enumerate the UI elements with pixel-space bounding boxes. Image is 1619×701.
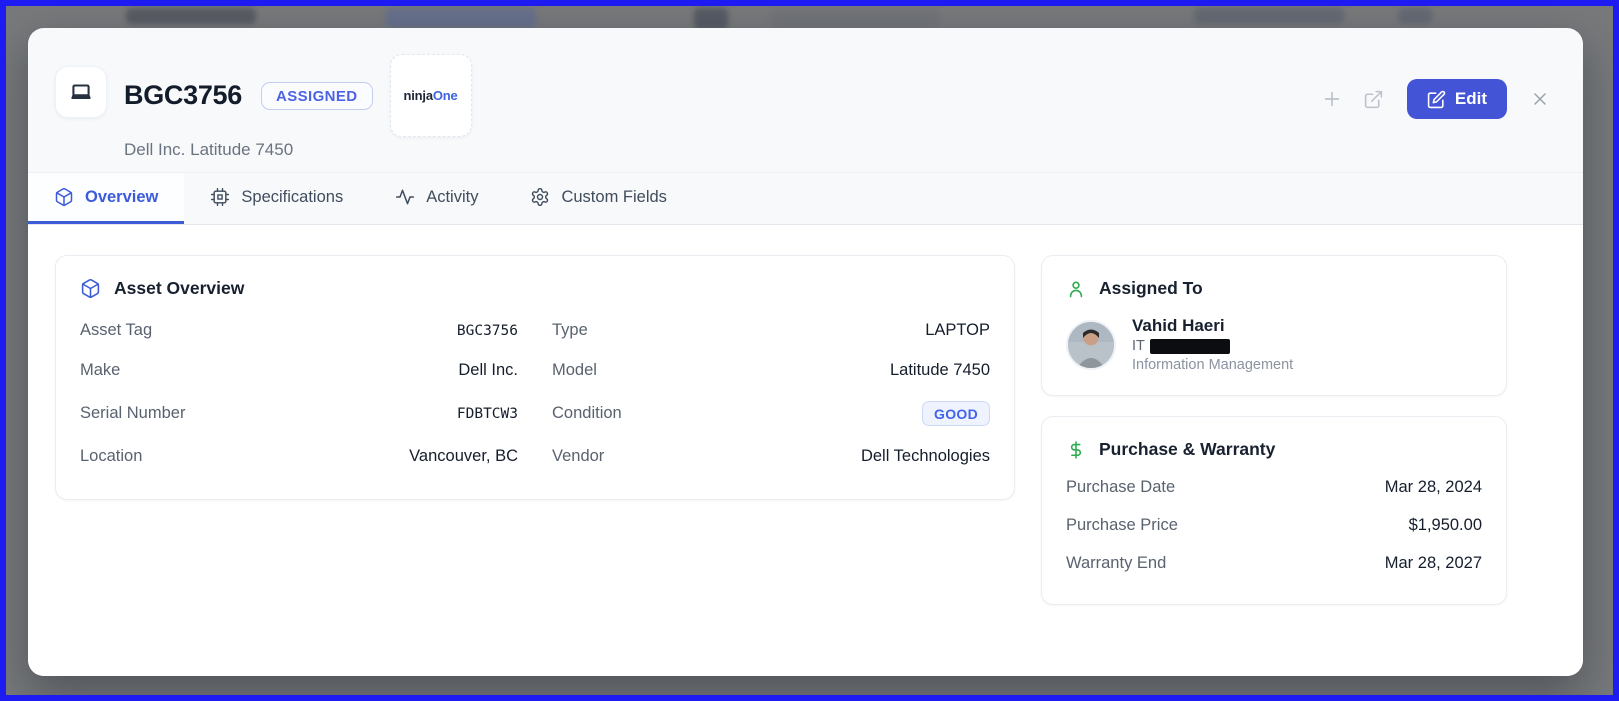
field-label-make: Make	[80, 361, 121, 379]
field-value-location: Vancouver, BC	[409, 447, 518, 465]
tab-label: Activity	[426, 187, 479, 206]
person-role: IT	[1132, 338, 1293, 354]
asset-subtitle: Dell Inc. Latitude 7450	[124, 140, 294, 159]
tab-bar: Overview Specifications Activity Custom …	[28, 172, 1583, 225]
integration-logo-tile: ninjaOne	[389, 54, 472, 137]
field-label-model: Model	[552, 361, 597, 379]
modal-header: BGC3756 ASSIGNED ninjaOne Dell Inc. Lati…	[28, 28, 1583, 172]
field-row: Location Vancouver, BC Vendor Dell Techn…	[80, 437, 990, 477]
person-name: Vahid Haeri	[1132, 316, 1225, 335]
tab-custom-fields[interactable]: Custom Fields	[504, 173, 692, 224]
purchase-warranty-heading: Purchase & Warranty	[1066, 439, 1482, 460]
card-title: Assigned To	[1099, 278, 1203, 298]
title-block: BGC3756 ASSIGNED ninjaOne Dell Inc. Lati…	[124, 54, 472, 160]
external-link-icon	[1363, 89, 1384, 110]
asset-overview-heading: Asset Overview	[80, 278, 990, 299]
edit-pencil-icon	[1427, 90, 1446, 109]
tab-content-overview: Asset Overview Asset Tag BGC3756 Type LA…	[28, 225, 1583, 676]
field-row: Purchase Price $1,950.00	[1066, 506, 1482, 544]
edit-button-label: Edit	[1454, 89, 1487, 108]
field-value-model: Latitude 7450	[889, 361, 990, 379]
field-value-warranty-end: Mar 28, 2027	[1384, 553, 1482, 572]
field-value-purchase-date: Mar 28, 2024	[1384, 477, 1482, 496]
condition-badge: GOOD	[922, 401, 990, 426]
tab-activity[interactable]: Activity	[369, 173, 504, 224]
field-row: Serial Number FDBTCW3 Condition GOOD	[80, 391, 990, 437]
field-value-serial-number: FDBTCW3	[456, 405, 518, 422]
field-row: Purchase Date Mar 28, 2024	[1066, 468, 1482, 506]
person-details: Vahid Haeri IT Information Management	[1132, 316, 1293, 373]
device-type-tile	[55, 66, 107, 118]
dimmed-background-element	[126, 8, 256, 24]
add-button[interactable]	[1317, 84, 1347, 114]
asset-overview-grid: Asset Tag BGC3756 Type LAPTOP Make Dell …	[80, 311, 990, 477]
field-value-purchase-price: $1,950.00	[1408, 515, 1482, 534]
activity-icon	[395, 187, 415, 207]
tab-specifications[interactable]: Specifications	[184, 173, 369, 224]
field-label-vendor: Vendor	[552, 447, 605, 465]
field-value-asset-tag: BGC3756	[456, 322, 518, 339]
assigned-person: Vahid Haeri IT Information Management	[1066, 316, 1482, 373]
tab-overview[interactable]: Overview	[28, 173, 185, 224]
field-label-condition: Condition	[552, 404, 622, 422]
status-badge: ASSIGNED	[260, 81, 373, 110]
gear-icon	[530, 187, 550, 207]
dimmed-background-element	[1398, 8, 1432, 24]
dollar-icon	[1066, 440, 1086, 460]
box-icon	[54, 187, 74, 207]
screenshot-viewport: BGC3756 ASSIGNED ninjaOne Dell Inc. Lati…	[0, 0, 1619, 701]
field-label-purchase-date: Purchase Date	[1066, 477, 1176, 496]
plus-icon	[1321, 88, 1343, 110]
ninjaone-logo: ninjaOne	[403, 88, 458, 103]
field-row: Make Dell Inc. Model Latitude 7450	[80, 351, 990, 391]
field-row: Warranty End Mar 28, 2027	[1066, 544, 1482, 582]
header-actions: Edit	[1317, 79, 1555, 119]
role-prefix: IT	[1132, 338, 1145, 354]
dimmed-background-element	[694, 8, 728, 30]
dimmed-background-element	[1194, 8, 1344, 24]
box-icon	[80, 278, 101, 299]
field-value-vendor: Dell Technologies	[860, 447, 990, 465]
redaction-block	[1149, 338, 1230, 354]
tab-label: Overview	[85, 187, 159, 206]
card-title: Purchase & Warranty	[1099, 439, 1276, 459]
field-label-type: Type	[552, 321, 588, 339]
asset-detail-modal: BGC3756 ASSIGNED ninjaOne Dell Inc. Lati…	[28, 28, 1583, 676]
purchase-warranty-rows: Purchase Date Mar 28, 2024 Purchase Pric…	[1066, 468, 1482, 582]
dimmed-background-element	[386, 8, 536, 28]
laptop-icon	[68, 79, 94, 105]
field-label-purchase-price: Purchase Price	[1066, 515, 1178, 534]
page-title: BGC3756	[124, 80, 242, 110]
open-external-button[interactable]	[1359, 84, 1389, 114]
field-value-make: Dell Inc.	[458, 361, 518, 379]
field-value-type: LAPTOP	[925, 321, 990, 339]
close-button[interactable]	[1525, 84, 1555, 114]
chip-icon	[210, 187, 230, 207]
edit-button[interactable]: Edit	[1406, 79, 1507, 119]
person-department: Information Management	[1132, 357, 1294, 373]
tab-label: Custom Fields	[561, 187, 667, 206]
card-title: Asset Overview	[114, 278, 245, 298]
field-label-warranty-end: Warranty End	[1066, 553, 1167, 572]
purchase-warranty-card: Purchase & Warranty Purchase Date Mar 28…	[1041, 416, 1507, 605]
close-icon	[1530, 89, 1550, 109]
user-icon	[1066, 279, 1086, 299]
assigned-to-heading: Assigned To	[1066, 278, 1482, 299]
assigned-to-card: Assigned To Vahid Haeri IT Information M…	[1041, 255, 1507, 396]
field-row: Asset Tag BGC3756 Type LAPTOP	[80, 311, 990, 351]
tab-label: Specifications	[241, 187, 344, 206]
avatar	[1066, 319, 1116, 370]
field-label-asset-tag: Asset Tag	[80, 321, 153, 339]
field-label-serial-number: Serial Number	[80, 404, 186, 422]
asset-overview-card: Asset Overview Asset Tag BGC3756 Type LA…	[55, 255, 1015, 500]
right-column: Assigned To Vahid Haeri IT Information M…	[1041, 255, 1507, 646]
field-label-location: Location	[80, 447, 143, 465]
dimmed-background-element	[770, 10, 940, 28]
